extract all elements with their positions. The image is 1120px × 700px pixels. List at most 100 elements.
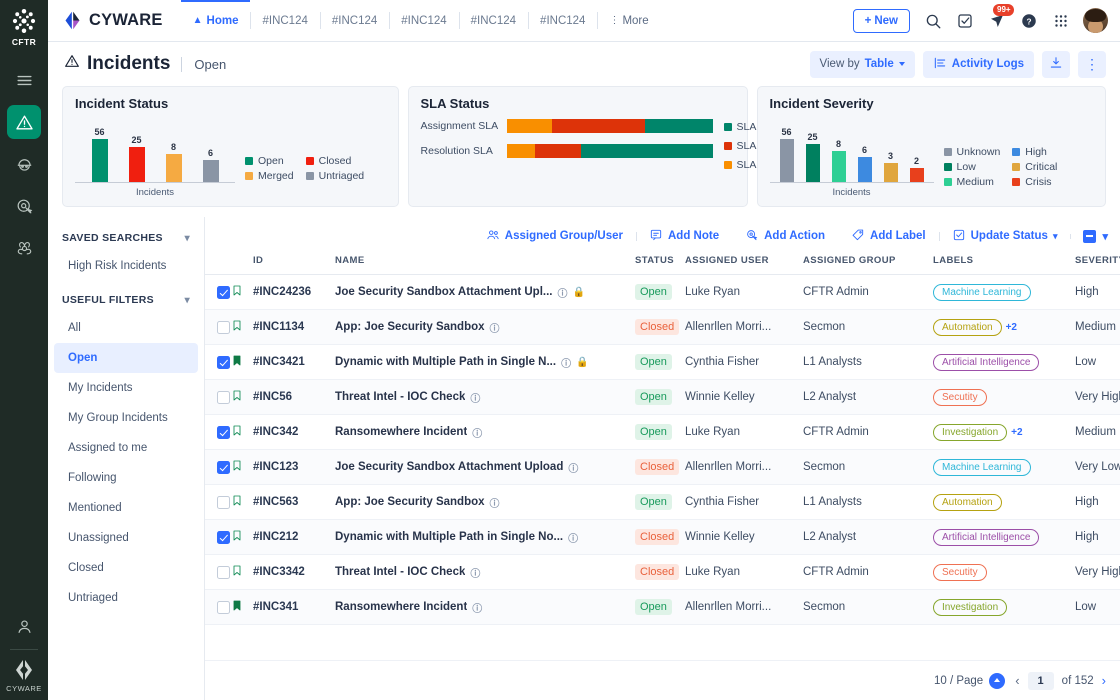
row-bookmark-cell[interactable]	[231, 484, 253, 520]
table-row[interactable]: #INC3421 Dynamic with Multiple Path in Si…	[205, 344, 1120, 380]
activity-logs-button[interactable]: Activity Logs	[922, 50, 1034, 78]
bookmark-icon[interactable]	[231, 285, 243, 301]
row-name-cell[interactable]: Joe Security Sandbox Attachment Upload ⓘ	[335, 449, 635, 485]
column-settings-toggle[interactable]: ▾	[1070, 229, 1108, 243]
row-id-cell[interactable]: #INC3421	[253, 344, 335, 380]
row-id-cell[interactable]: #INC3342	[253, 554, 335, 590]
tasks-checklist-icon[interactable]	[955, 11, 974, 30]
row-select-cell[interactable]	[205, 449, 231, 485]
column-header-status[interactable]: STATUS	[635, 255, 685, 275]
info-icon[interactable]: ⓘ	[568, 460, 578, 475]
row-id-cell[interactable]: #INC56	[253, 379, 335, 415]
row-checkbox[interactable]	[217, 390, 230, 404]
useful-filters-header[interactable]: USEFUL FILTERS ▾	[48, 287, 204, 313]
tab-incident-1[interactable]: #INC124	[250, 0, 319, 41]
tab-incident-5[interactable]: #INC124	[528, 0, 597, 41]
row-bookmark-cell[interactable]	[231, 554, 253, 590]
row-checkbox[interactable]	[217, 495, 230, 509]
column-header-assigned-group[interactable]: ASSIGNED GROUP	[803, 255, 933, 275]
notifications-icon[interactable]: 99+	[987, 4, 1014, 30]
table-row[interactable]: #INC56 Threat Intel - IOC Check ⓘ Open Winni…	[205, 379, 1120, 415]
row-checkbox[interactable]	[217, 320, 230, 334]
table-row[interactable]: #INC1134 App: Joe Security Sandbox ⓘ Closed…	[205, 309, 1120, 345]
row-checkbox[interactable]	[217, 425, 230, 439]
new-button[interactable]: + New	[852, 8, 910, 33]
info-icon[interactable]: ⓘ	[472, 425, 482, 440]
sidebar-item-assigned-to-me[interactable]: Assigned to me	[54, 433, 198, 463]
row-select-cell[interactable]	[205, 379, 231, 415]
download-button[interactable]	[1042, 50, 1070, 78]
sidebar-item-my-group-incidents[interactable]: My Group Incidents	[54, 403, 198, 433]
info-icon[interactable]: ⓘ	[490, 320, 500, 335]
row-name-cell[interactable]: Threat Intel - IOC Check ⓘ	[335, 379, 635, 415]
add-note-button[interactable]: Add Note	[636, 228, 732, 245]
bookmark-icon[interactable]	[231, 425, 243, 441]
avatar[interactable]	[1083, 8, 1108, 33]
sidebar-item-unassigned[interactable]: Unassigned	[54, 523, 198, 553]
row-checkbox[interactable]	[217, 285, 230, 299]
add-action-button[interactable]: Add Action	[732, 228, 838, 245]
sidebar-item-all[interactable]: All	[54, 313, 198, 343]
tab-incident-2[interactable]: #INC124	[319, 0, 389, 41]
row-name-cell[interactable]: Ransomewhere Incident ⓘ	[335, 589, 635, 625]
malware-biohazard-icon[interactable]	[7, 231, 41, 265]
sidebar-item-mentioned[interactable]: Mentioned	[54, 493, 198, 523]
bookmark-icon[interactable]	[231, 565, 243, 581]
row-bookmark-cell[interactable]	[231, 414, 253, 450]
row-id-cell[interactable]: #INC563	[253, 484, 335, 520]
row-bookmark-cell[interactable]	[231, 589, 253, 625]
sidebar-item-untriaged[interactable]: Untriaged	[54, 583, 198, 613]
table-row[interactable]: #INC123 Joe Security Sandbox Attachment U…	[205, 449, 1120, 485]
add-label-button[interactable]: Add Label	[838, 228, 939, 245]
table-row[interactable]: #INC563 App: Joe Security Sandbox ⓘ Open Cyn…	[205, 484, 1120, 520]
table-row[interactable]: #INC24236 Joe Security Sandbox Attachment…	[205, 274, 1120, 310]
row-name-cell[interactable]: Dynamic with Multiple Path in Single No.…	[335, 519, 635, 555]
row-select-cell[interactable]	[205, 344, 231, 380]
brand-logo[interactable]: CYWARE	[48, 0, 181, 41]
row-select-cell[interactable]	[205, 274, 231, 310]
apps-grid-icon[interactable]	[1051, 11, 1070, 30]
bookmark-icon[interactable]	[231, 530, 243, 546]
sidebar-item-open[interactable]: Open	[54, 343, 198, 373]
tab-more-menu[interactable]: ⋮ More	[597, 0, 660, 41]
threat-actor-icon[interactable]	[7, 147, 41, 181]
row-select-cell[interactable]	[205, 554, 231, 590]
column-header-name[interactable]: NAME	[335, 255, 635, 275]
row-select-cell[interactable]	[205, 414, 231, 450]
update-status-button[interactable]: Update Status ▾	[938, 228, 1071, 245]
help-icon[interactable]: ?	[1019, 11, 1038, 30]
view-by-selector[interactable]: View by Table	[809, 50, 915, 78]
row-checkbox[interactable]	[217, 565, 230, 579]
row-id-cell[interactable]: #INC341	[253, 589, 335, 625]
bookmark-icon[interactable]	[231, 320, 243, 336]
sidebar-item-incidents[interactable]	[7, 105, 41, 139]
sidebar-item-closed[interactable]: Closed	[54, 553, 198, 583]
menu-icon[interactable]	[7, 63, 41, 97]
more-options-button[interactable]: ⋮	[1078, 50, 1106, 78]
info-icon[interactable]: ⓘ	[472, 600, 482, 615]
column-header-severity[interactable]: SEVERITY	[1075, 255, 1120, 275]
bookmark-icon[interactable]	[231, 495, 243, 511]
info-icon[interactable]: ⓘ	[470, 565, 480, 580]
info-icon[interactable]: ⓘ	[561, 355, 571, 370]
tab-home[interactable]: ▲ Home	[180, 0, 251, 41]
bookmark-icon[interactable]	[231, 460, 243, 476]
row-name-cell[interactable]: App: Joe Security Sandbox ⓘ	[335, 484, 635, 520]
column-header-assigned-user[interactable]: ASSIGNED USER	[685, 255, 803, 275]
row-id-cell[interactable]: #INC342	[253, 414, 335, 450]
row-select-cell[interactable]	[205, 484, 231, 520]
row-bookmark-cell[interactable]	[231, 379, 253, 415]
column-header-id[interactable]: ID	[253, 255, 335, 275]
row-name-cell[interactable]: Threat Intel - IOC Check ⓘ	[335, 554, 635, 590]
info-icon[interactable]: ⓘ	[470, 390, 480, 405]
table-row[interactable]: #INC212 Dynamic with Multiple Path in Sin…	[205, 519, 1120, 555]
page-size-selector[interactable]: 10 / Page	[934, 672, 1006, 689]
row-bookmark-cell[interactable]	[231, 344, 253, 380]
info-icon[interactable]: ⓘ	[568, 530, 578, 545]
assigned-group-user-button[interactable]: Assigned Group/User	[473, 228, 636, 245]
row-bookmark-cell[interactable]	[231, 274, 253, 310]
hunt-target-icon[interactable]	[7, 189, 41, 223]
row-id-cell[interactable]: #INC1134	[253, 309, 335, 345]
row-checkbox[interactable]	[217, 460, 230, 474]
bookmark-icon[interactable]	[231, 390, 243, 406]
